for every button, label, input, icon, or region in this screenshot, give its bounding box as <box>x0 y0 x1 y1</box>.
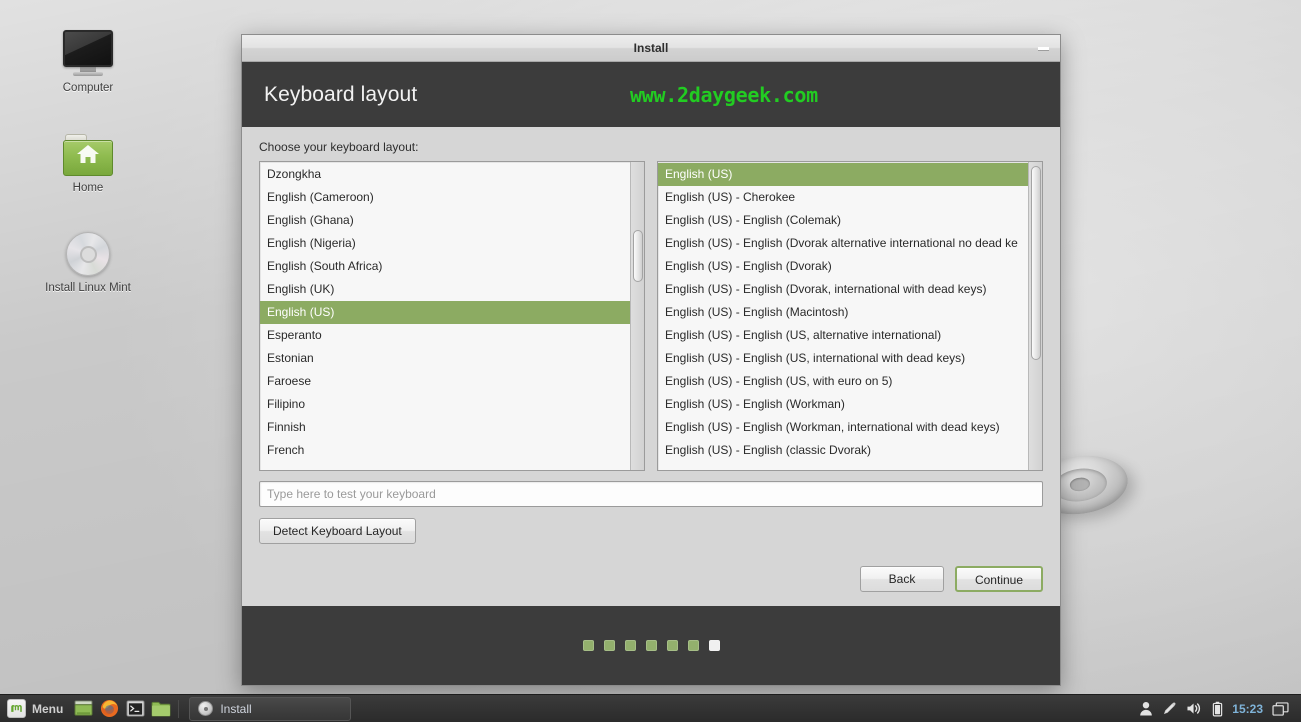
language-list-scrollbar[interactable] <box>630 162 644 470</box>
show-desktop-icon[interactable] <box>72 698 94 720</box>
variant-list-item-row[interactable]: English (US) - English (US, with euro on… <box>658 370 1028 393</box>
taskbar-item-label: Install <box>220 701 252 716</box>
variant-list-item-row[interactable]: English (US) - English (Dvorak, internat… <box>658 278 1028 301</box>
navigation-buttons: Back Continue <box>259 566 1043 592</box>
minimize-icon <box>1037 46 1049 50</box>
variant-list-item-row[interactable]: English (US) - English (Workman) <box>658 393 1028 416</box>
progress-dot <box>603 640 615 651</box>
house-glyph <box>77 145 99 163</box>
taskbar-separator <box>178 699 180 718</box>
variant-list-item-row[interactable]: English (US) - English (Dvorak) <box>658 255 1028 278</box>
home-folder-icon <box>30 118 146 176</box>
language-list-item-row[interactable]: English (South Africa) <box>260 255 630 278</box>
language-list-item-row[interactable]: English (UK) <box>260 278 630 301</box>
progress-dot <box>666 640 678 651</box>
language-list-item-row[interactable]: Dzongkha <box>260 163 630 186</box>
firefox-icon[interactable] <box>98 698 120 720</box>
variant-list-item-row[interactable]: English (US) - English (Macintosh) <box>658 301 1028 324</box>
taskbar: Menu Install 15:23 <box>0 694 1301 722</box>
battery-icon[interactable] <box>1212 701 1223 717</box>
language-list-item-row[interactable]: English (Ghana) <box>260 209 630 232</box>
desktop-icon-home[interactable]: Home <box>30 118 146 195</box>
variant-list-item-row[interactable]: English (US) - English (US, alternative … <box>658 324 1028 347</box>
language-list-item-row[interactable]: English (Cameroon) <box>260 186 630 209</box>
scrollbar-thumb[interactable] <box>633 230 643 282</box>
language-list-item-row[interactable]: Estonian <box>260 347 630 370</box>
terminal-icon[interactable] <box>124 698 146 720</box>
progress-dots <box>582 640 720 651</box>
language-list[interactable]: Dzongkha English (Cameroon) English (Ghana… <box>259 161 645 471</box>
linux-mint-logo-icon <box>7 699 26 718</box>
page-header: Keyboard layout www.2daygeek.com <box>242 62 1060 127</box>
scrollbar-thumb[interactable] <box>1031 166 1041 360</box>
update-manager-icon[interactable] <box>1162 701 1177 716</box>
desktop-icon-label: Computer <box>62 82 114 94</box>
desktop-icon-label: Install Linux Mint <box>45 282 131 294</box>
variant-list-item-row[interactable]: English (US) - English (Dvorak alternati… <box>658 232 1028 255</box>
system-tray: 15:23 <box>1139 701 1297 717</box>
window-titlebar[interactable]: Install <box>242 35 1060 62</box>
menu-label: Menu <box>32 701 64 716</box>
computer-monitor-icon <box>30 18 146 76</box>
keyboard-test-field[interactable] <box>259 481 1043 507</box>
cd-disc-icon <box>30 218 146 276</box>
variant-list-item-row[interactable]: English (US) - English (Colemak) <box>658 209 1028 232</box>
variant-list-body[interactable]: English (US) English (US) - Cherokee Engli… <box>658 162 1028 470</box>
language-list-body[interactable]: Dzongkha English (Cameroon) English (Ghana… <box>260 162 630 470</box>
progress-footer <box>242 606 1060 685</box>
clock[interactable]: 15:23 <box>1232 702 1263 716</box>
volume-icon[interactable] <box>1186 701 1203 716</box>
desktop-icon-install-linux-mint[interactable]: Install Linux Mint <box>30 218 146 295</box>
desktop-icon-label: Home <box>72 182 104 194</box>
variant-list-item-row[interactable]: English (US) - English (Workman, interna… <box>658 416 1028 439</box>
window-title: Install <box>633 41 669 55</box>
progress-dot <box>582 640 594 651</box>
choose-layout-label: Choose your keyboard layout: <box>259 140 419 154</box>
variant-list-item-row[interactable]: English (US) - English (classic Dvorak) <box>658 439 1028 462</box>
variant-list-item-row[interactable]: English (US) - English (US, internationa… <box>658 347 1028 370</box>
language-list-item-row[interactable]: Finnish <box>260 416 630 439</box>
layout-lists: Dzongkha English (Cameroon) English (Ghana… <box>259 161 1043 471</box>
search-input[interactable] <box>267 487 1035 501</box>
progress-dot <box>645 640 657 651</box>
cd-disc-icon <box>198 701 214 716</box>
variant-list[interactable]: English (US) English (US) - Cherokee Engli… <box>657 161 1043 471</box>
desktop-icon-computer[interactable]: Computer <box>30 18 146 95</box>
minimize-button[interactable] <box>1030 38 1056 58</box>
menu-button[interactable]: Menu <box>4 697 70 721</box>
detect-row: Detect Keyboard Layout <box>259 518 1043 544</box>
variant-list-item-row[interactable]: English (US) - Cherokee <box>658 186 1028 209</box>
page-title: Keyboard layout <box>264 82 418 106</box>
watermark-text: www.2daygeek.com <box>630 82 818 107</box>
language-list-item-row[interactable]: English (US) <box>260 301 630 324</box>
installer-window: Install Keyboard layout www.2daygeek.com… <box>241 34 1061 686</box>
variant-list-item-row[interactable]: English (US) <box>658 163 1028 186</box>
language-list-item-row[interactable]: Filipino <box>260 393 630 416</box>
back-button[interactable]: Back <box>860 566 944 592</box>
language-list-item-row[interactable]: English (Nigeria) <box>260 232 630 255</box>
workspace-switcher-icon[interactable] <box>1272 701 1289 716</box>
detect-keyboard-layout-button[interactable]: Detect Keyboard Layout <box>259 518 416 544</box>
progress-dot <box>687 640 699 651</box>
taskbar-item-install[interactable]: Install <box>189 696 352 721</box>
continue-button[interactable]: Continue <box>955 566 1043 592</box>
language-list-item-row[interactable]: Faroese <box>260 370 630 393</box>
language-list-item-row[interactable]: Esperanto <box>260 324 630 347</box>
language-list-item-row[interactable]: French <box>260 439 630 462</box>
user-icon[interactable] <box>1139 701 1153 716</box>
file-manager-icon[interactable] <box>150 698 172 720</box>
window-content: Choose your keyboard layout: Dzongkha Eng… <box>242 127 1060 606</box>
variant-list-scrollbar[interactable] <box>1028 162 1042 470</box>
progress-dot <box>708 640 720 651</box>
progress-dot <box>624 640 636 651</box>
